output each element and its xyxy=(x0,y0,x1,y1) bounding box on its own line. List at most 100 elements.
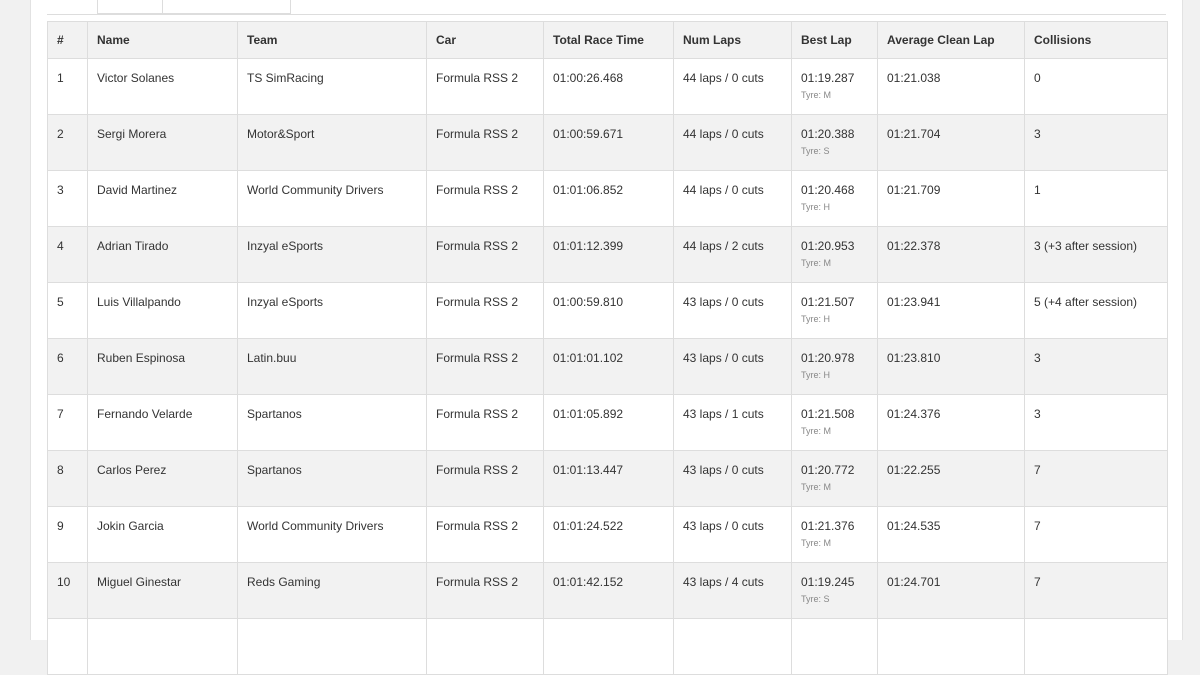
cell-car: Formula RSS 2 xyxy=(426,226,544,283)
column-header-car[interactable]: Car xyxy=(426,21,544,59)
cell-car: Formula RSS 2 xyxy=(426,562,544,619)
cell-total-race-time-value: 01:00:26.468 xyxy=(553,71,624,85)
cell-average-clean-lap: 01:23.941 xyxy=(877,282,1025,339)
cell-total-race-time-value: 01:01:24.522 xyxy=(553,519,624,533)
session-tabs: Events Session Penalties xyxy=(97,0,292,14)
cell-team: Motor&Sport xyxy=(237,114,427,171)
table-header-row: # Name Team Car Total Race Time Num Laps… xyxy=(47,21,1168,59)
cell-car-value: Formula RSS 2 xyxy=(436,127,519,141)
cell-car: Formula RSS 2 xyxy=(426,58,544,115)
column-header-total-race-time[interactable]: Total Race Time xyxy=(543,21,674,59)
cell-best-lap: 01:20.953 Tyre: M xyxy=(791,226,878,283)
table-row xyxy=(47,618,1168,675)
cell-total-race-time-value: 01:01:01.102 xyxy=(553,351,624,365)
cell-best-lap: 01:20.388 Tyre: S xyxy=(791,114,878,171)
empty-cell xyxy=(1024,618,1168,675)
table-row: 5 Luis Villalpando Inzyal eSports Formula R… xyxy=(47,282,1168,339)
empty-cell xyxy=(87,618,238,675)
cell-car-value: Formula RSS 2 xyxy=(436,183,519,197)
cell-total-race-time: 01:01:01.102 xyxy=(543,338,674,395)
cell-team: Spartanos xyxy=(237,394,427,451)
cell-car: Formula RSS 2 xyxy=(426,170,544,227)
cell-position-value: 6 xyxy=(57,351,64,365)
cell-total-race-time: 01:00:59.671 xyxy=(543,114,674,171)
cell-car-value: Formula RSS 2 xyxy=(436,295,519,309)
cell-average-clean-lap: 01:23.810 xyxy=(877,338,1025,395)
cell-name-value: Ruben Espinosa xyxy=(97,351,186,365)
cell-position: 2 xyxy=(47,114,88,171)
cell-best-lap-value: 01:21.376 xyxy=(801,519,855,533)
cell-team-value: Latin.buu xyxy=(247,351,297,365)
cell-total-race-time: 01:01:05.892 xyxy=(543,394,674,451)
cell-average-clean-lap-value: 01:24.701 xyxy=(887,575,941,589)
cell-team-value: World Community Drivers xyxy=(247,183,384,197)
column-header-name[interactable]: Name xyxy=(87,21,238,59)
cell-average-clean-lap: 01:22.378 xyxy=(877,226,1025,283)
cell-num-laps: 43 laps / 0 cuts xyxy=(673,450,792,507)
cell-team-value: Motor&Sport xyxy=(247,127,315,141)
column-header-best-lap[interactable]: Best Lap xyxy=(791,21,878,59)
cell-total-race-time-value: 01:00:59.810 xyxy=(553,295,624,309)
empty-cell xyxy=(543,618,674,675)
cell-name-value: Jokin Garcia xyxy=(97,519,164,533)
cell-position: 7 xyxy=(47,394,88,451)
table-row: 7 Fernando Velarde Spartanos Formula RSS 2 0… xyxy=(47,394,1168,451)
cell-num-laps-value: 44 laps / 0 cuts xyxy=(683,71,764,85)
cell-best-lap-value: 01:19.245 xyxy=(801,575,855,589)
column-header-collisions[interactable]: Collisions xyxy=(1024,21,1168,59)
cell-num-laps: 43 laps / 1 cuts xyxy=(673,394,792,451)
cell-team-value: World Community Drivers xyxy=(247,519,384,533)
column-header-team[interactable]: Team xyxy=(237,21,427,59)
tyre-compound: Tyre: H xyxy=(801,314,831,324)
cell-best-lap: 01:20.468 Tyre: H xyxy=(791,170,878,227)
cell-team: Inzyal eSports xyxy=(237,282,427,339)
cell-average-clean-lap-value: 01:21.038 xyxy=(887,71,941,85)
cell-average-clean-lap-value: 01:22.255 xyxy=(887,463,941,477)
cell-best-lap: 01:21.507 Tyre: H xyxy=(791,282,878,339)
cell-car: Formula RSS 2 xyxy=(426,282,544,339)
tab-events[interactable]: Events xyxy=(97,0,163,14)
cell-collisions-value: 0 xyxy=(1034,71,1041,85)
cell-position-value: 3 xyxy=(57,183,64,197)
cell-collisions: 5 (+4 after session) xyxy=(1024,282,1168,339)
cell-num-laps: 44 laps / 0 cuts xyxy=(673,170,792,227)
cell-num-laps-value: 43 laps / 0 cuts xyxy=(683,519,764,533)
cell-best-lap-value: 01:21.507 xyxy=(801,295,855,309)
column-header-average-clean-lap[interactable]: Average Clean Lap xyxy=(877,21,1025,59)
cell-collisions: 7 xyxy=(1024,506,1168,563)
cell-name-value: Luis Villalpando xyxy=(97,295,181,309)
cell-collisions: 7 xyxy=(1024,450,1168,507)
cell-name: Luis Villalpando xyxy=(87,282,238,339)
cell-num-laps-value: 44 laps / 0 cuts xyxy=(683,183,764,197)
tyre-compound: Tyre: M xyxy=(801,426,832,436)
cell-num-laps: 43 laps / 0 cuts xyxy=(673,282,792,339)
cell-average-clean-lap: 01:24.701 xyxy=(877,562,1025,619)
cell-best-lap-value: 01:20.953 xyxy=(801,239,855,253)
cell-total-race-time: 01:01:24.522 xyxy=(543,506,674,563)
column-header-position[interactable]: # xyxy=(47,21,88,59)
cell-total-race-time: 01:01:12.399 xyxy=(543,226,674,283)
table-row: 4 Adrian Tirado Inzyal eSports Formula RSS … xyxy=(47,226,1168,283)
cell-team-value: TS SimRacing xyxy=(247,71,324,85)
cell-average-clean-lap: 01:24.376 xyxy=(877,394,1025,451)
cell-name-value: Victor Solanes xyxy=(97,71,175,85)
column-header-num-laps[interactable]: Num Laps xyxy=(673,21,792,59)
cell-average-clean-lap-value: 01:23.810 xyxy=(887,351,941,365)
cell-total-race-time-value: 01:01:05.892 xyxy=(553,407,624,421)
tyre-compound: Tyre: M xyxy=(801,258,832,268)
tab-session-penalties[interactable]: Session Penalties xyxy=(161,0,292,14)
cell-best-lap: 01:19.287 Tyre: M xyxy=(791,58,878,115)
cell-num-laps: 43 laps / 4 cuts xyxy=(673,562,792,619)
cell-total-race-time: 01:00:26.468 xyxy=(543,58,674,115)
cell-team: TS SimRacing xyxy=(237,58,427,115)
cell-total-race-time: 01:01:13.447 xyxy=(543,450,674,507)
table-row: 9 Jokin Garcia World Community Drivers Form… xyxy=(47,506,1168,563)
results-table: # Name Team Car Total Race Time Num Laps… xyxy=(47,21,1168,675)
tyre-compound: Tyre: H xyxy=(801,202,831,212)
cell-team: Spartanos xyxy=(237,450,427,507)
cell-name: Carlos Perez xyxy=(87,450,238,507)
cell-collisions-value: 3 xyxy=(1034,351,1041,365)
cell-position-value: 7 xyxy=(57,407,64,421)
cell-position-value: 4 xyxy=(57,239,64,253)
table-row: 6 Ruben Espinosa Latin.buu Formula RSS 2 01:… xyxy=(47,338,1168,395)
